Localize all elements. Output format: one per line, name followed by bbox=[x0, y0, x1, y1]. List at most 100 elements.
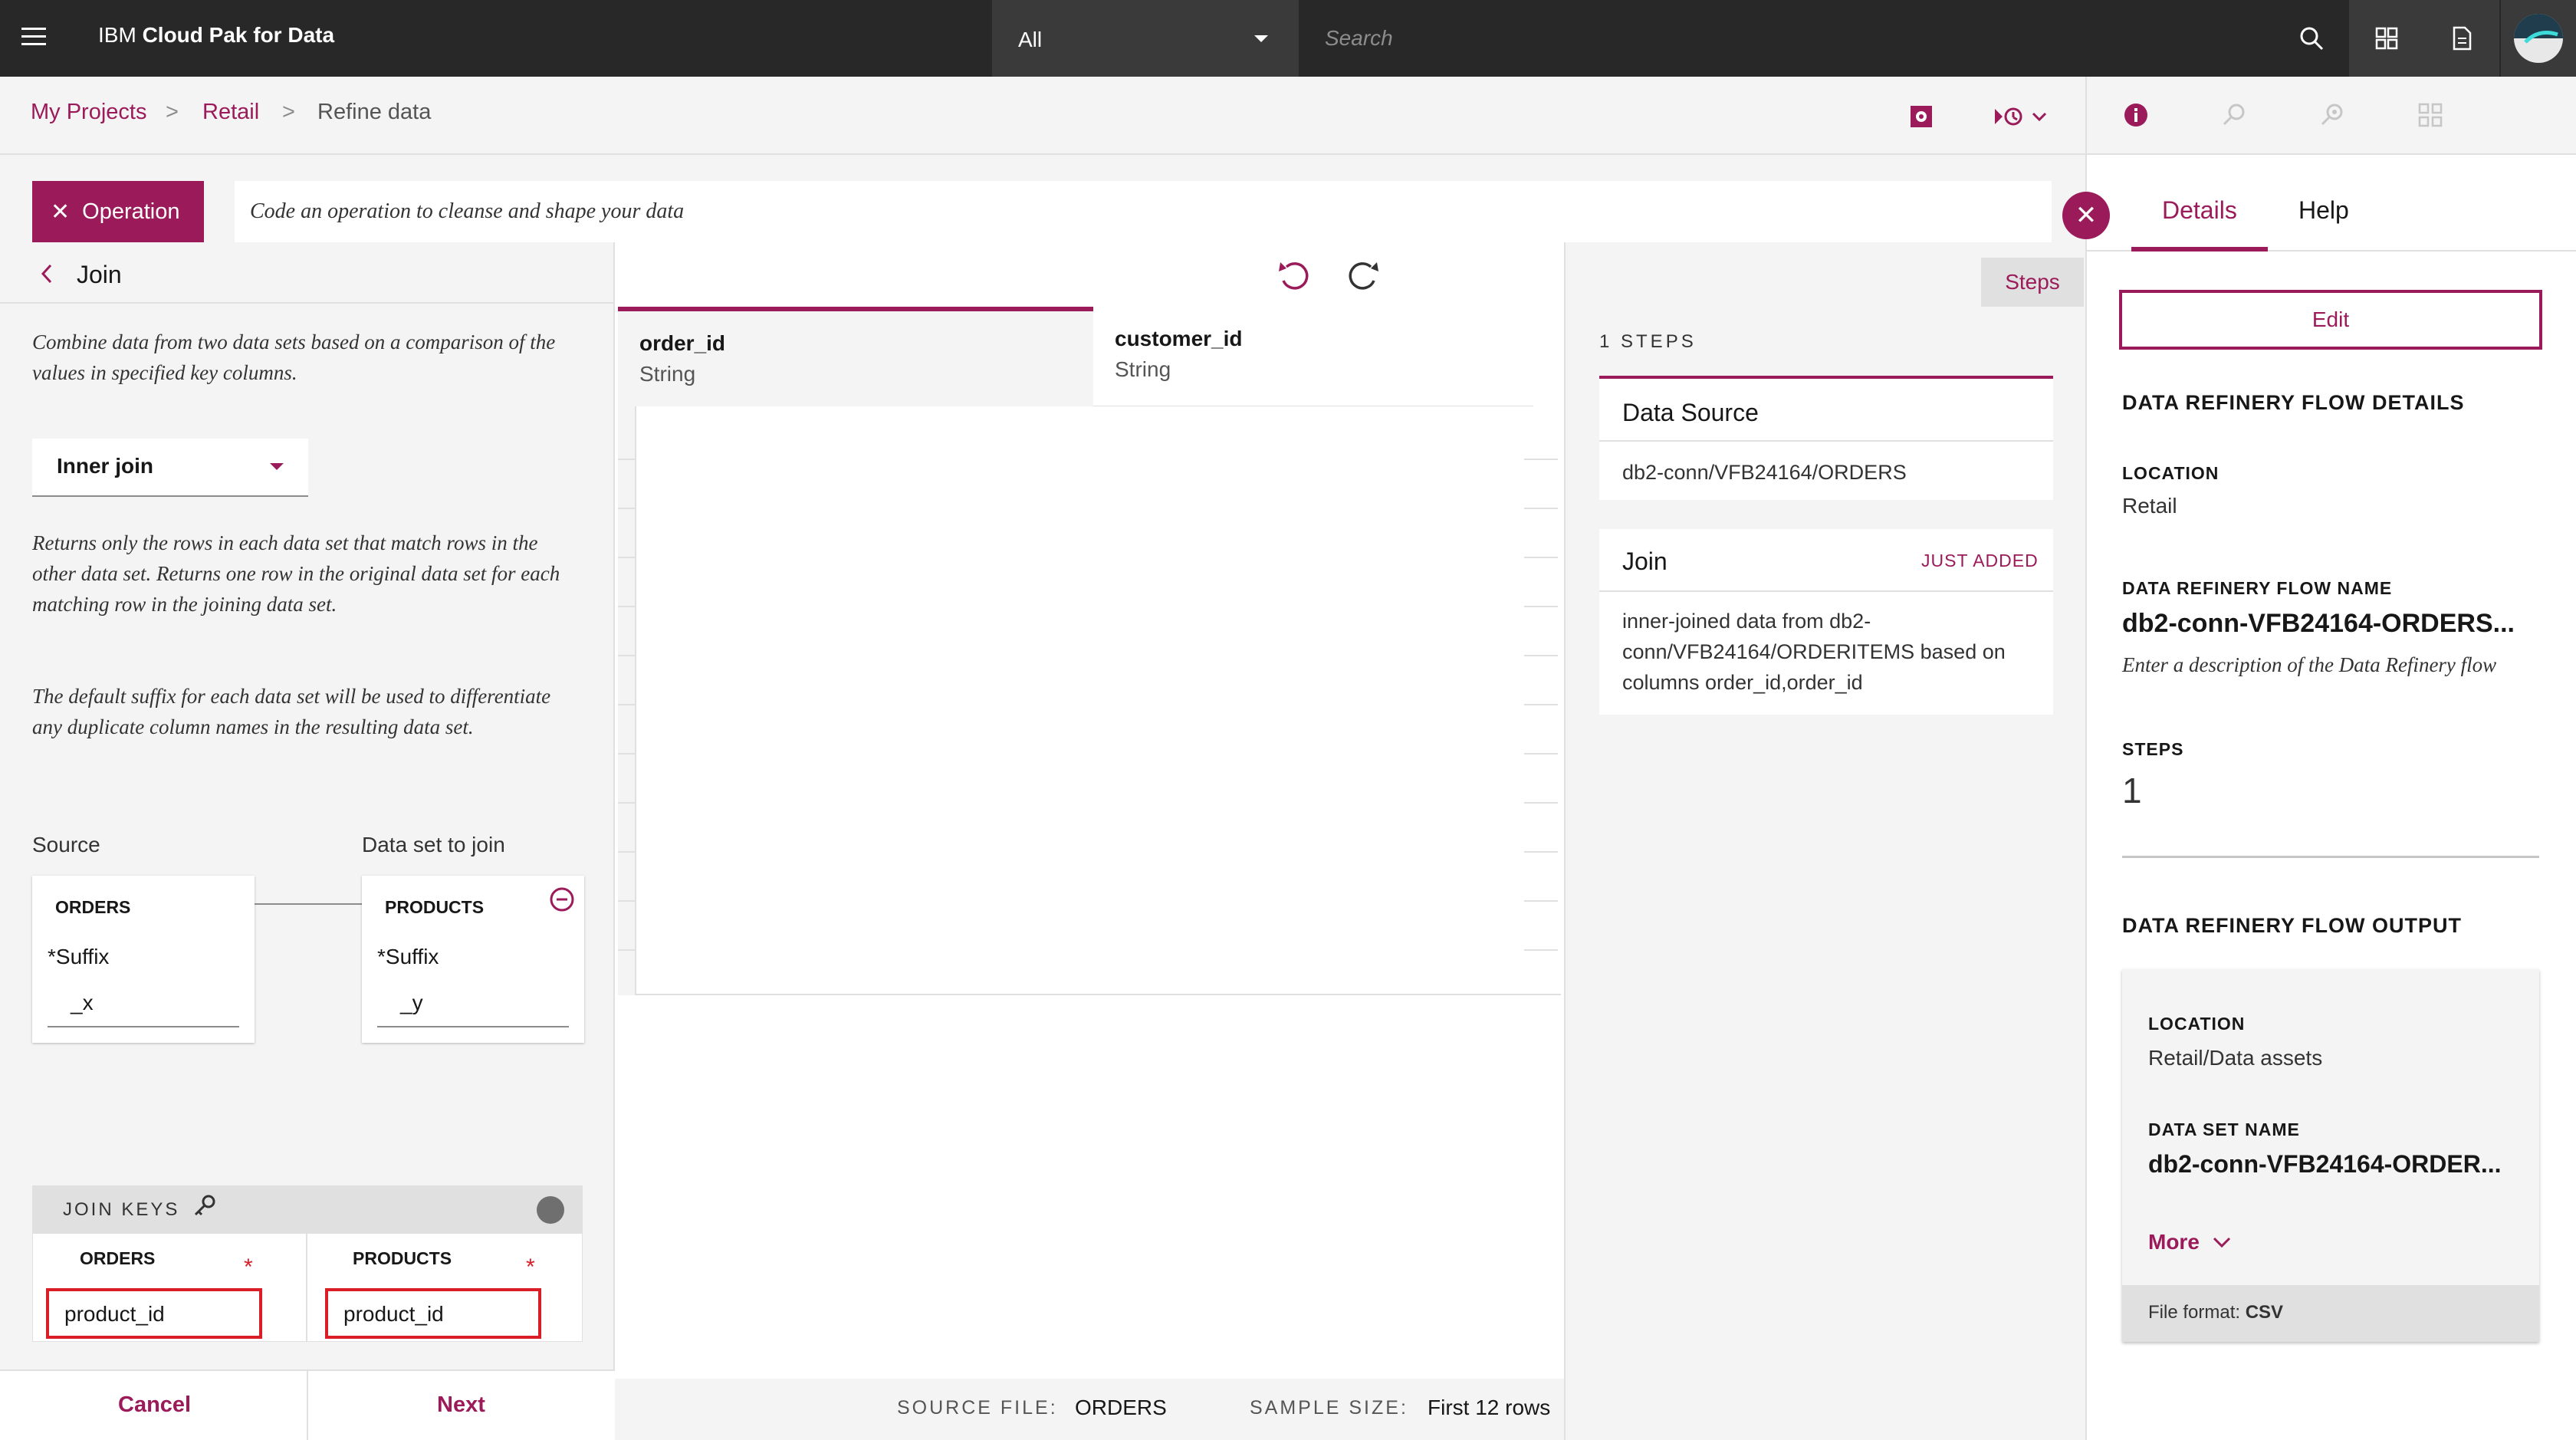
source-suffix-label: *Suffix bbox=[48, 945, 110, 968]
search-icon[interactable] bbox=[2274, 0, 2349, 77]
data-grid-body bbox=[635, 406, 1561, 995]
search-scope-dropdown[interactable]: All bbox=[992, 0, 1299, 77]
more-label: More bbox=[2148, 1230, 2200, 1254]
flow-name-value[interactable]: db2-conn-VFB24164-ORDERS... bbox=[2122, 609, 2515, 639]
tab-help[interactable]: Help bbox=[2298, 196, 2349, 225]
sample-size-value: First 12 rows bbox=[1428, 1396, 1551, 1419]
back-chevron-icon[interactable] bbox=[38, 262, 55, 285]
join-connector-line bbox=[255, 903, 362, 905]
column-name: customer_id bbox=[1115, 327, 1243, 350]
output-location-value: Retail/Data assets bbox=[2148, 1046, 2323, 1070]
product-brand[interactable]: IBM Cloud Pak for Data bbox=[98, 23, 334, 48]
step-description: inner-joined data from db2- bbox=[1622, 610, 1871, 633]
row-divider bbox=[1524, 508, 1558, 509]
join-keys-header: JOIN KEYS bbox=[32, 1185, 583, 1233]
divider bbox=[1599, 590, 2053, 592]
next-button[interactable]: Next bbox=[437, 1392, 485, 1418]
breadcrumb-separator: > bbox=[166, 100, 179, 124]
row-divider bbox=[618, 655, 635, 656]
step-title: Join bbox=[1622, 547, 1668, 575]
join-key-left-header: ORDERS bbox=[80, 1248, 156, 1268]
step-description: db2-conn/VFB24164/ORDERS bbox=[1622, 461, 1907, 484]
remove-dataset-icon[interactable] bbox=[549, 886, 575, 912]
catalog-icon[interactable] bbox=[2349, 0, 2424, 77]
visualize-icon[interactable] bbox=[2417, 101, 2444, 129]
source-suffix-input[interactable]: _x bbox=[48, 983, 239, 1027]
row-divider bbox=[1524, 802, 1558, 804]
edit-button[interactable]: Edit bbox=[2119, 290, 2542, 350]
row-divider bbox=[618, 557, 635, 558]
flow-description-input[interactable]: Enter a description of the Data Refinery… bbox=[2122, 653, 2496, 677]
source-dataset-name: ORDERS bbox=[55, 897, 131, 917]
column-header-customer-id[interactable]: customer_id String bbox=[1093, 307, 1533, 406]
discover-icon[interactable] bbox=[2318, 101, 2346, 129]
row-divider bbox=[1524, 655, 1558, 656]
row-divider bbox=[1524, 459, 1558, 460]
required-marker: * bbox=[244, 1254, 253, 1280]
column-name: order_id bbox=[639, 331, 726, 355]
row-divider bbox=[618, 459, 635, 460]
user-avatar[interactable] bbox=[2501, 0, 2576, 77]
join-key-right-input[interactable]: product_id bbox=[325, 1288, 541, 1339]
steps-count: 1 STEPS bbox=[1599, 331, 1697, 352]
join-key-left-input[interactable]: product_id bbox=[46, 1288, 262, 1339]
breadcrumb-my-projects[interactable]: My Projects bbox=[31, 100, 146, 125]
redo-icon[interactable] bbox=[1342, 259, 1382, 294]
tab-details[interactable]: Details bbox=[2162, 196, 2237, 225]
step-data-source[interactable]: Data Source db2-conn/VFB24164/ORDERS bbox=[1599, 376, 2053, 500]
undo-icon[interactable] bbox=[1276, 259, 1316, 294]
suffix-note: The default suffix for each data set wil… bbox=[32, 685, 551, 738]
more-toggle[interactable]: More bbox=[2148, 1230, 2232, 1254]
steps-button[interactable]: Steps bbox=[1981, 258, 2084, 307]
active-tab-indicator bbox=[2131, 247, 2268, 252]
search-settings-icon[interactable] bbox=[2220, 101, 2248, 129]
flow-output-heading: DATA REFINERY FLOW OUTPUT bbox=[2122, 914, 2462, 937]
join-type-description: Returns only the rows in each data set t… bbox=[32, 531, 560, 616]
row-divider bbox=[618, 606, 635, 607]
join-set-label: Data set to join bbox=[362, 833, 505, 856]
caret-down-icon bbox=[268, 462, 285, 472]
document-icon[interactable] bbox=[2424, 0, 2499, 77]
close-panel-button[interactable]: ✕ bbox=[2062, 192, 2110, 239]
row-gutter bbox=[618, 406, 635, 995]
row-divider bbox=[1524, 851, 1558, 853]
file-format-label: File format: bbox=[2148, 1302, 2246, 1323]
hamburger-menu-icon[interactable] bbox=[20, 23, 48, 51]
operation-code-input[interactable]: Code an operation to cleanse and shape y… bbox=[235, 181, 2052, 242]
row-divider bbox=[1524, 704, 1558, 705]
close-icon: ✕ bbox=[2075, 201, 2098, 230]
join-type-dropdown[interactable]: Inner join bbox=[32, 439, 308, 497]
join-dataset-name: PRODUCTS bbox=[385, 897, 485, 917]
breadcrumb-retail[interactable]: Retail bbox=[202, 100, 259, 125]
operation-button[interactable]: ✕ Operation bbox=[32, 181, 204, 242]
flow-name-label: DATA REFINERY FLOW NAME bbox=[2122, 578, 2393, 598]
column-header-order-id[interactable]: order_id String bbox=[618, 307, 1093, 406]
row-divider bbox=[1524, 900, 1558, 902]
join-suffix-input[interactable]: _y bbox=[377, 983, 569, 1027]
required-marker: * bbox=[526, 1254, 535, 1280]
source-file-value: ORDERS bbox=[1075, 1396, 1167, 1419]
row-divider bbox=[618, 949, 635, 951]
join-key-right-header: PRODUCTS bbox=[353, 1248, 452, 1268]
operation-button-label: Operation bbox=[82, 199, 180, 224]
step-title: Data Source bbox=[1622, 399, 1759, 426]
save-job-icon[interactable] bbox=[1907, 103, 1935, 130]
row-divider bbox=[618, 802, 635, 804]
cancel-button[interactable]: Cancel bbox=[118, 1392, 191, 1418]
step-description: columns order_id,order_id bbox=[1622, 671, 1863, 694]
location-label: LOCATION bbox=[2122, 463, 2220, 483]
steps-label: STEPS bbox=[2122, 739, 2184, 759]
dataset-name-value: db2-conn-VFB24164-ORDER... bbox=[2148, 1150, 2502, 1178]
chevron-down-icon bbox=[2213, 1237, 2230, 1248]
operation-code-placeholder: Code an operation to cleanse and shape y… bbox=[250, 199, 685, 223]
row-divider bbox=[1524, 949, 1558, 951]
close-icon: ✕ bbox=[51, 199, 71, 225]
steps-value: 1 bbox=[2122, 771, 2142, 810]
breadcrumb-bar bbox=[0, 77, 2085, 155]
global-search-input[interactable]: Search bbox=[1325, 26, 1393, 51]
run-history-icon[interactable] bbox=[1992, 103, 2049, 130]
info-icon[interactable] bbox=[535, 1195, 566, 1225]
sample-size-label: SAMPLE SIZE: bbox=[1250, 1397, 1408, 1419]
info-icon[interactable] bbox=[2122, 101, 2150, 129]
step-join[interactable]: Join JUST ADDED inner-joined data from d… bbox=[1599, 529, 2053, 715]
